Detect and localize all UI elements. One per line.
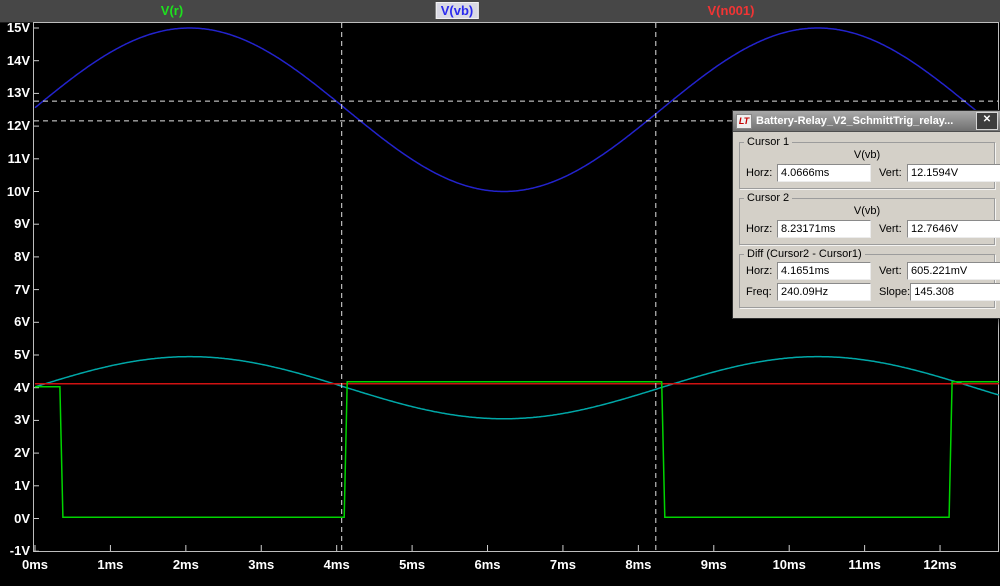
- cursor1-vert-label: Vert:: [879, 167, 902, 179]
- y-axis-label: 0V: [14, 510, 30, 526]
- y-axis-label: 10V: [6, 183, 30, 199]
- y-axis-label: 12V: [6, 118, 30, 134]
- trace-unlabeled[interactable]: [34, 355, 999, 420]
- x-axis-label: 10ms: [772, 557, 806, 572]
- cursor-dialog-titlebar[interactable]: LT Battery-Relay_V2_SchmittTrig_relay...…: [733, 111, 1000, 132]
- cursor-dialog: LT Battery-Relay_V2_SchmittTrig_relay...…: [732, 110, 1000, 319]
- y-axis-label: 8V: [14, 248, 30, 264]
- y-axis-label: 3V: [14, 412, 30, 428]
- x-axis-label: 12ms: [923, 557, 957, 572]
- x-axis-label: 2ms: [172, 557, 199, 572]
- diff-freq-label: Freq:: [746, 286, 772, 298]
- y-axis-label: 7V: [14, 281, 30, 297]
- y-axis-label: 6V: [14, 314, 30, 330]
- x-axis-label: 9ms: [700, 557, 727, 572]
- diff-vert-label: Vert:: [879, 265, 902, 277]
- diff-slope-field[interactable]: 145.308: [910, 283, 1000, 301]
- cursor2-horz-label: Horz:: [746, 223, 773, 235]
- ltspice-waveform-window: V(r) V(vb) V(n001) 15V 14V 13V 12V 11V 10V 9V 8V 7…: [0, 0, 1000, 586]
- cursor1-horz-field[interactable]: 4.0666ms: [777, 164, 871, 182]
- x-axis-label: 7ms: [549, 557, 576, 572]
- cursor1-group: Cursor 1 V(vb) Horz: 4.0666ms Vert: 12.1…: [739, 136, 1000, 189]
- y-axis-label: 2V: [14, 445, 30, 461]
- trace-V(r)[interactable]: [35, 381, 999, 518]
- x-axis-label: 4ms: [323, 557, 350, 572]
- cursor1-signal: V(vb): [853, 149, 881, 161]
- x-axis-label: 3ms: [248, 557, 275, 572]
- x-axis-label: 5ms: [399, 557, 426, 572]
- cursor2-group: Cursor 2 V(vb) Horz: 8.23171ms Vert: 12.…: [739, 192, 1000, 245]
- y-axis-label: 1V: [14, 477, 30, 493]
- ltspice-logo-icon: LT: [736, 113, 752, 129]
- y-axis-label: 9V: [14, 216, 30, 232]
- trace-label-v-n001[interactable]: V(n001): [703, 2, 760, 19]
- diff-horz-field[interactable]: 4.1651ms: [777, 262, 871, 280]
- diff-horz-label: Horz:: [746, 265, 773, 277]
- cursor1-heading: Cursor 1: [744, 136, 793, 148]
- y-axis-label: 11V: [7, 150, 30, 166]
- trace-label-v-vb[interactable]: V(vb): [435, 2, 479, 19]
- x-axis-label: 0ms: [21, 557, 49, 572]
- diff-freq-field[interactable]: 240.09Hz: [777, 283, 871, 301]
- diff-heading: Diff (Cursor2 - Cursor1): [744, 248, 865, 260]
- cursor2-vert-field[interactable]: 12.7646V: [907, 220, 1000, 238]
- y-axis-label: 13V: [6, 85, 30, 101]
- y-axis-label: 4V: [14, 379, 30, 395]
- diff-group: Diff (Cursor2 - Cursor1) Horz: 4.1651ms …: [739, 248, 1000, 308]
- cursor-dialog-body: Cursor 1 V(vb) Horz: 4.0666ms Vert: 12.1…: [733, 132, 1000, 318]
- x-axis-label: 6ms: [474, 557, 501, 572]
- trace-label-v-r[interactable]: V(r): [156, 2, 188, 19]
- y-axis-label: 15V: [6, 20, 30, 35]
- close-icon[interactable]: ✕: [976, 112, 998, 130]
- x-axis-label: 8ms: [625, 557, 652, 572]
- x-axis-label: 11ms: [848, 557, 881, 572]
- cursor1-horz-label: Horz:: [746, 167, 773, 179]
- y-axis-label: 5V: [14, 347, 30, 362]
- x-axis-label: 1ms: [97, 557, 124, 572]
- diff-vert-field[interactable]: 605.221mV: [907, 262, 1000, 280]
- cursor2-signal: V(vb): [853, 205, 881, 217]
- cursor2-heading: Cursor 2: [744, 192, 793, 204]
- diff-slope-label: Slope:: [879, 286, 911, 298]
- cursor1-vert-field[interactable]: 12.1594V: [907, 164, 1000, 182]
- cursor2-vert-label: Vert:: [879, 223, 902, 235]
- trace-legend-bar: V(r) V(vb) V(n001): [0, 0, 1000, 23]
- cursor2-horz-field[interactable]: 8.23171ms: [777, 220, 871, 238]
- y-axis-label: 14V: [6, 52, 30, 68]
- cursor-dialog-title: Battery-Relay_V2_SchmittTrig_relay...: [756, 115, 954, 127]
